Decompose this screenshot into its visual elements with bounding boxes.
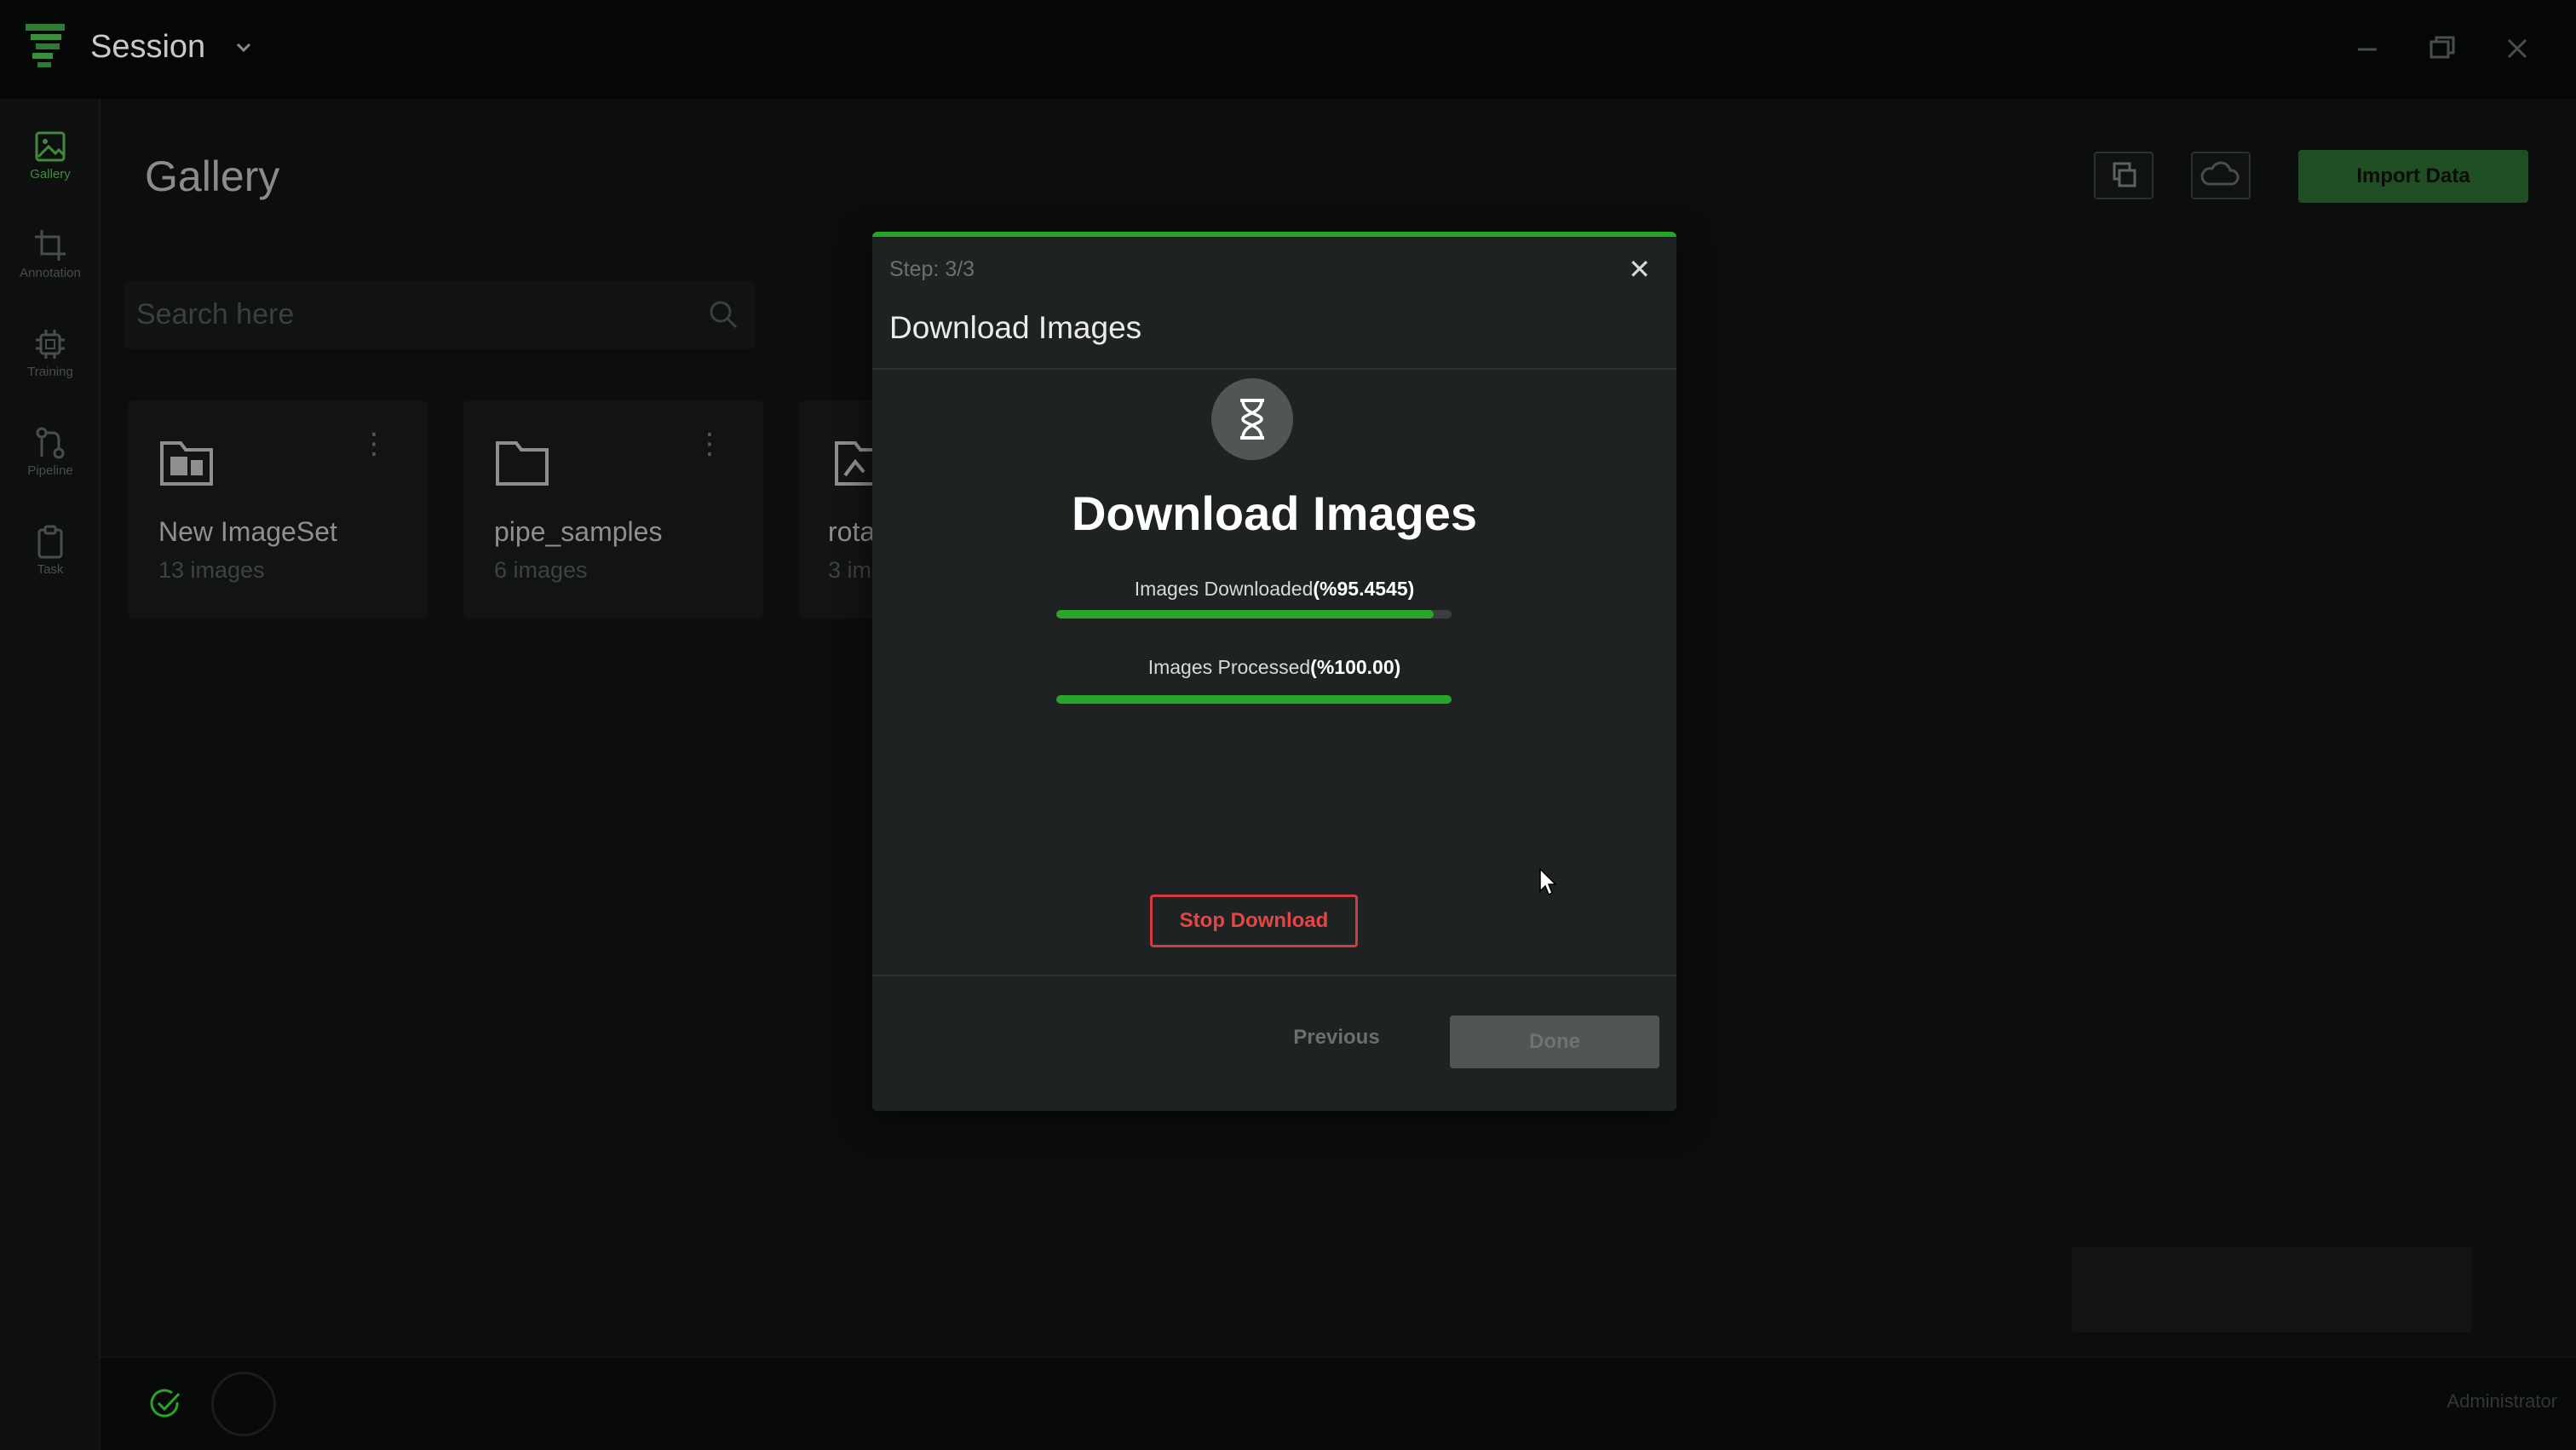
folder-icon bbox=[496, 441, 549, 486]
done-button[interactable]: Done bbox=[1450, 1016, 1659, 1068]
card-count: 3 im bbox=[828, 557, 872, 583]
step-indicator: Step: 3/3 bbox=[889, 257, 975, 281]
check-circle-icon bbox=[150, 1389, 181, 1418]
title-bar: Session bbox=[0, 0, 2576, 99]
search-input[interactable]: Search here bbox=[124, 281, 755, 349]
dialog-title: Download Images bbox=[889, 310, 1142, 345]
notification-panel bbox=[2072, 1247, 2472, 1332]
progress-label-text: Images Processed bbox=[1147, 656, 1311, 678]
imageset-card[interactable]: rota 3 im bbox=[799, 400, 872, 619]
sidebar-item-training[interactable]: Training bbox=[0, 320, 101, 402]
folder-image-icon bbox=[160, 441, 213, 486]
card-name: New ImageSet bbox=[158, 516, 337, 547]
cloud-button[interactable] bbox=[2191, 152, 2251, 199]
downloaded-label: Images Downloaded(%95.4545) bbox=[872, 578, 1676, 601]
status-indicator bbox=[211, 1372, 276, 1436]
sidebar-item-pipeline[interactable]: Pipeline bbox=[0, 419, 101, 501]
download-heading: Download Images bbox=[1071, 486, 1478, 540]
card-count: 13 images bbox=[158, 557, 265, 583]
sidebar-item-task[interactable]: Task bbox=[0, 518, 101, 600]
sidebar: Gallery Annotation Training Pipeline Tas… bbox=[0, 99, 101, 1450]
sidebar-item-label: Task bbox=[37, 562, 64, 577]
import-data-button[interactable]: Import Data bbox=[2298, 150, 2528, 203]
card-name: pipe_samples bbox=[494, 516, 663, 547]
progress-fill bbox=[1056, 610, 1434, 619]
mouse-cursor-icon bbox=[1539, 867, 1557, 896]
image-icon bbox=[35, 131, 66, 162]
imageset-card[interactable]: ⋮ pipe_samples 6 images bbox=[463, 400, 763, 619]
dataset-view-button[interactable] bbox=[2094, 152, 2153, 199]
session-title[interactable]: Session bbox=[90, 29, 205, 66]
dialog-progress-line bbox=[872, 232, 1676, 237]
hourglass-icon bbox=[1211, 378, 1293, 460]
stop-download-button[interactable]: Stop Download bbox=[1150, 895, 1358, 947]
sidebar-item-label: Pipeline bbox=[27, 463, 73, 478]
app-logo-icon bbox=[26, 24, 65, 67]
status-bar: Administrator bbox=[101, 1356, 2576, 1450]
page-title: Gallery bbox=[145, 152, 280, 200]
search-placeholder: Search here bbox=[136, 298, 295, 331]
divider bbox=[872, 975, 1676, 976]
progress-value: (%95.4545) bbox=[1313, 578, 1415, 600]
processed-label: Images Processed(%100.00) bbox=[872, 656, 1676, 679]
more-options-icon[interactable]: ⋮ bbox=[359, 429, 388, 458]
chip-icon bbox=[36, 330, 65, 359]
divider bbox=[872, 368, 1676, 370]
layers-icon bbox=[2113, 162, 2136, 187]
previous-button[interactable]: Previous bbox=[1290, 1012, 1383, 1063]
card-name: rota bbox=[828, 516, 872, 547]
processed-progress-bar bbox=[1056, 695, 1452, 704]
cloud-icon bbox=[2200, 161, 2240, 186]
sidebar-item-annotation[interactable]: Annotation bbox=[0, 222, 101, 303]
close-icon[interactable]: ✕ bbox=[1628, 256, 1651, 283]
more-options-icon[interactable]: ⋮ bbox=[695, 429, 724, 458]
downloaded-progress-bar bbox=[1056, 610, 1452, 619]
close-icon[interactable] bbox=[2496, 27, 2539, 70]
restore-icon[interactable] bbox=[2421, 27, 2464, 70]
sidebar-item-label: Training bbox=[27, 365, 73, 379]
search-icon[interactable] bbox=[707, 298, 739, 331]
folder-image-icon bbox=[835, 441, 872, 486]
pipeline-icon bbox=[36, 427, 65, 459]
sidebar-item-label: Annotation bbox=[20, 266, 81, 280]
progress-label-text: Images Downloaded bbox=[1134, 578, 1314, 600]
minimize-icon[interactable] bbox=[2346, 27, 2389, 70]
crop-icon bbox=[35, 230, 66, 261]
progress-value: (%100.00) bbox=[1310, 656, 1401, 678]
sidebar-item-label: Gallery bbox=[30, 167, 71, 181]
card-count: 6 images bbox=[494, 557, 588, 583]
chevron-down-icon[interactable] bbox=[232, 36, 256, 60]
clipboard-icon bbox=[37, 525, 63, 559]
sidebar-item-gallery[interactable]: Gallery bbox=[0, 123, 101, 204]
download-dialog: Step: 3/3 ✕ Download Images Download Ima… bbox=[872, 232, 1676, 1111]
progress-fill bbox=[1056, 695, 1452, 704]
imageset-card[interactable]: ⋮ New ImageSet 13 images bbox=[128, 400, 428, 619]
user-name[interactable]: Administrator bbox=[2447, 1390, 2557, 1413]
